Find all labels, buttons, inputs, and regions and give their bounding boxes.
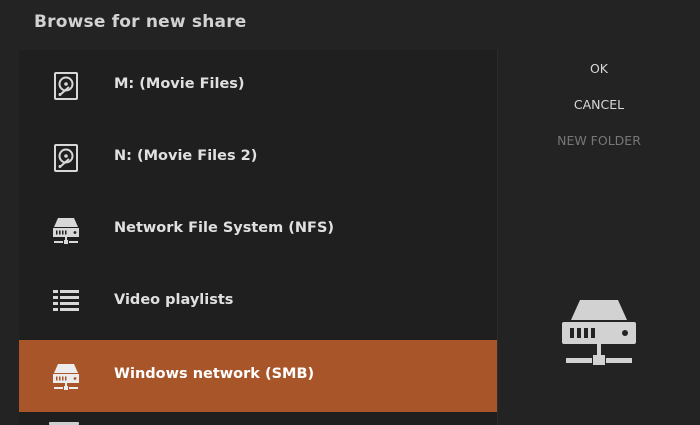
new-folder-button[interactable]: NEW FOLDER (520, 126, 678, 156)
cancel-button[interactable]: CANCEL (520, 90, 678, 120)
list-item-label: Network File System (NFS) (114, 220, 335, 236)
network-drive-icon (558, 296, 640, 368)
list-item-label: Windows network (SMB) (114, 366, 315, 382)
list-item-label: N: (Movie Files 2) (114, 148, 258, 164)
browse-share-dialog: Browse for new share M: (Movie Files) N:… (0, 0, 700, 425)
list-item-smb[interactable]: Windows network (SMB) (19, 340, 497, 412)
list-item-label: M: (Movie Files) (114, 76, 245, 92)
dialog-title: Browse for new share (34, 12, 247, 32)
playlist-icon (49, 286, 83, 318)
list-item-video-playlists[interactable]: Video playlists (19, 266, 497, 338)
network-drive-icon (49, 214, 83, 246)
list-item-label: Video playlists (114, 292, 234, 308)
network-drive-icon (49, 360, 83, 392)
ok-button[interactable]: OK (520, 54, 678, 84)
list-item-nfs[interactable]: Network File System (NFS) (19, 194, 497, 266)
share-source-list: M: (Movie Files) N: (Movie Files 2) Netw… (19, 50, 497, 425)
hard-drive-icon (49, 142, 83, 174)
list-item-movie-files[interactable]: M: (Movie Files) (19, 50, 497, 122)
panel-divider (497, 50, 498, 425)
hard-drive-icon (49, 70, 83, 102)
list-item-movie-files-2[interactable]: N: (Movie Files 2) (19, 122, 497, 194)
